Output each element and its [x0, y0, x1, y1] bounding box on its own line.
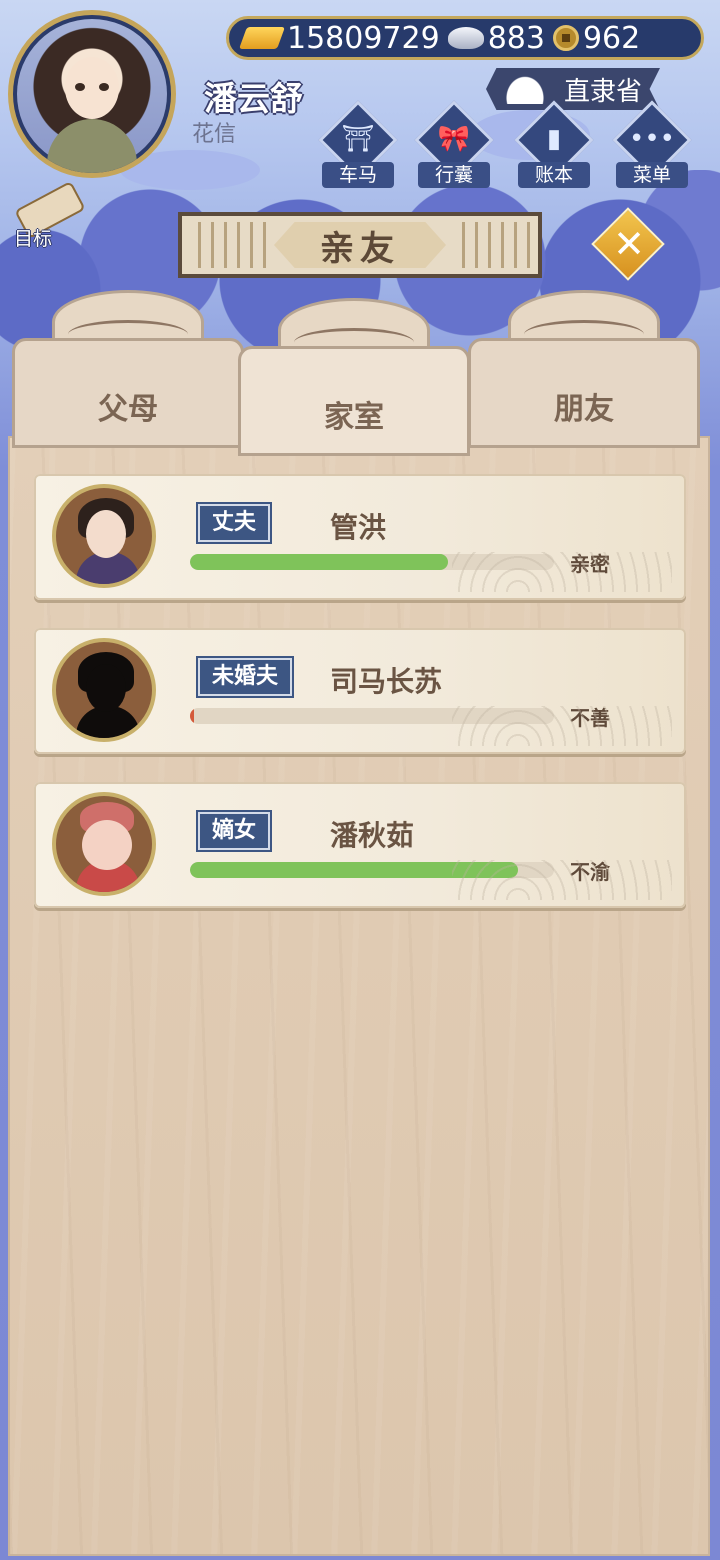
- gold-ingot-icon: [238, 27, 286, 49]
- relation-card[interactable]: 丈夫 管洪 亲密: [34, 474, 686, 600]
- menu-button[interactable]: ••• 菜单: [612, 100, 692, 192]
- ledger-icon: ▮: [546, 124, 562, 154]
- coin-amount: 962: [582, 20, 641, 56]
- title-banner: 亲友: [178, 212, 542, 278]
- bundle-button[interactable]: 🎀 行囊: [414, 100, 494, 192]
- goal-button[interactable]: 目标: [10, 180, 90, 250]
- carriage-button[interactable]: ⛩ 车马: [318, 100, 398, 192]
- player-name: 潘云舒: [204, 79, 303, 118]
- currency-bar: 15809729 883 962: [226, 16, 704, 60]
- relation-name: 潘秋茹: [330, 819, 415, 852]
- relation-role-badge: 未婚夫: [195, 656, 295, 698]
- copper-coin-icon: [552, 25, 579, 51]
- relation-role-badge: 丈夫: [195, 502, 273, 544]
- tab-parents[interactable]: 父母: [12, 290, 244, 448]
- relation-portrait: [52, 792, 156, 896]
- goal-label: 目标: [14, 228, 53, 250]
- relations-panel: [8, 436, 710, 1556]
- tab-friends-label: 朋友: [554, 392, 614, 427]
- relation-name: 管洪: [330, 511, 387, 544]
- relation-portrait: [52, 484, 156, 588]
- bundle-icon: 🎀: [437, 124, 471, 154]
- ledger-button[interactable]: ▮ 账本: [514, 100, 594, 192]
- ledger-label: 账本: [518, 162, 590, 188]
- carriage-label: 车马: [322, 162, 394, 188]
- location-button[interactable]: 直隶省: [486, 68, 660, 110]
- relation-card[interactable]: 未婚夫 司马长苏 不善: [34, 628, 686, 754]
- player-avatar[interactable]: [8, 10, 176, 178]
- silver-ingot-icon: [447, 27, 484, 49]
- more-icon: •••: [628, 124, 675, 154]
- close-icon[interactable]: ✕: [605, 220, 653, 268]
- player-age-title: 花信: [192, 122, 237, 147]
- relation-role-badge: 嫡女: [195, 810, 273, 852]
- carriage-icon: ⛩: [341, 124, 375, 154]
- silver-amount: 883: [487, 20, 545, 56]
- relation-name: 司马长苏: [330, 665, 443, 698]
- relation-card[interactable]: 嫡女 潘秋茹 不渝: [34, 782, 686, 908]
- tab-family-label: 家室: [324, 400, 384, 435]
- tab-friends[interactable]: 朋友: [468, 290, 700, 448]
- official-hat-icon: [504, 74, 546, 104]
- page-title: 亲友: [274, 222, 446, 268]
- menu-label: 菜单: [616, 162, 688, 188]
- relation-portrait-silhouette: [52, 638, 156, 742]
- tab-family[interactable]: 家室: [238, 298, 470, 456]
- location-label: 直隶省: [563, 76, 642, 107]
- gold-amount: 15809729: [287, 20, 440, 56]
- bundle-label: 行囊: [418, 162, 490, 188]
- tab-parents-label: 父母: [98, 392, 158, 427]
